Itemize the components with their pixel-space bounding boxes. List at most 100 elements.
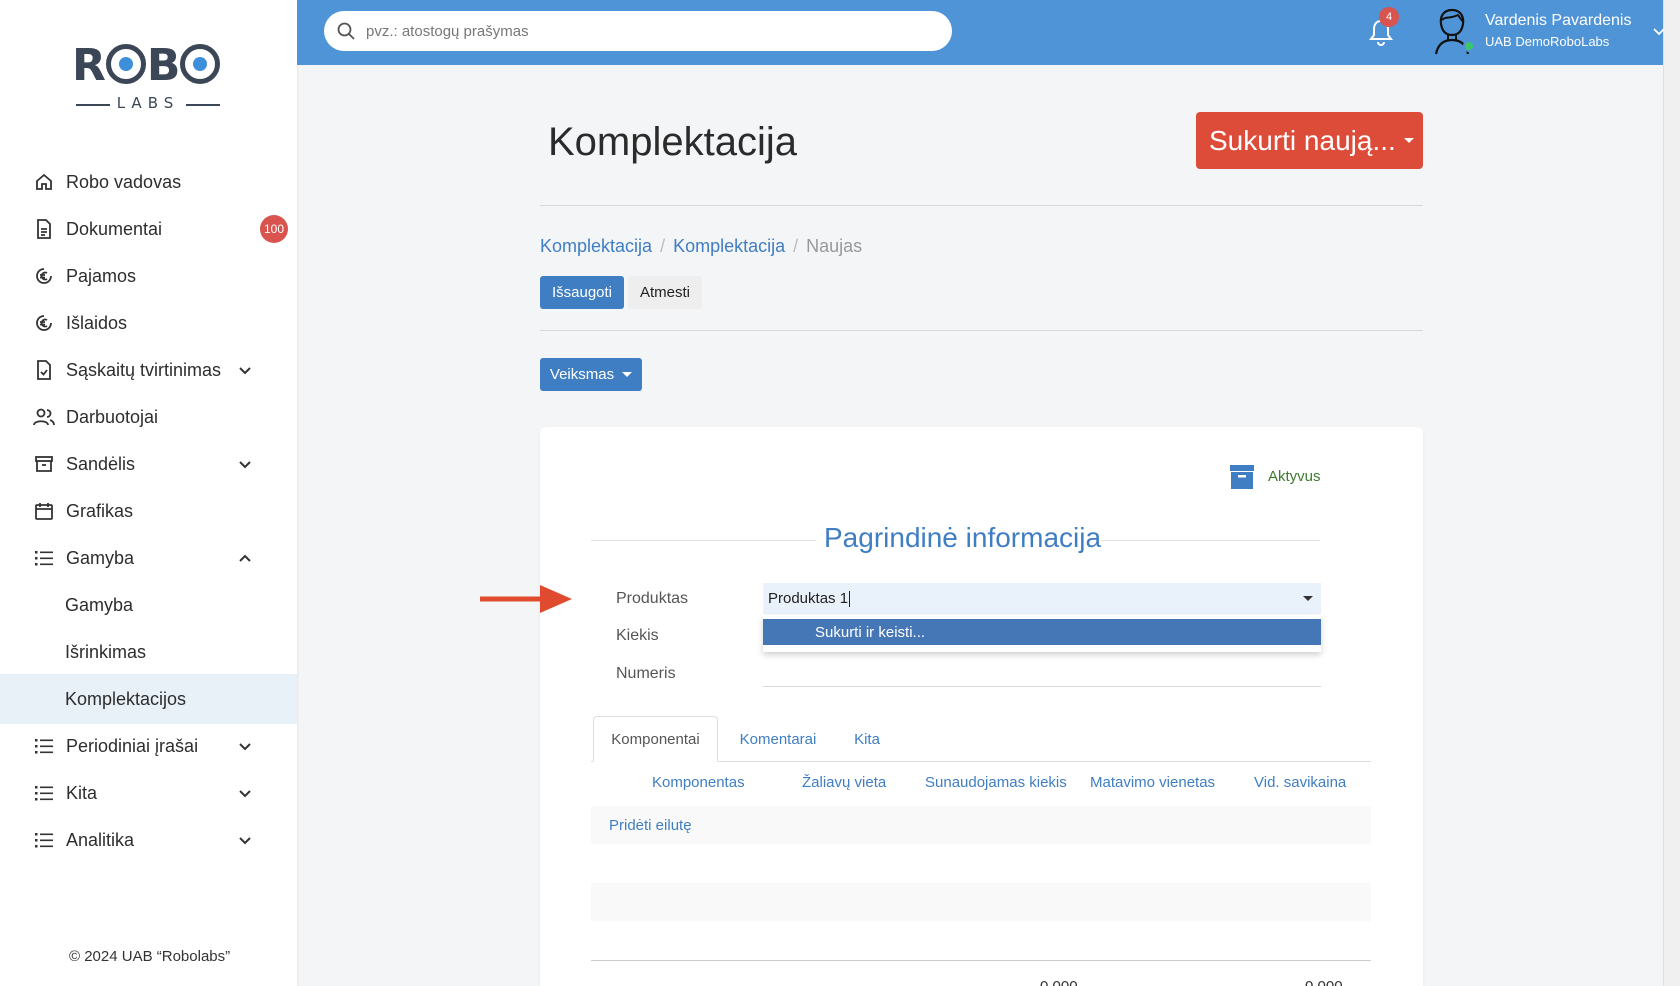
- breadcrumb-link-2[interactable]: Komplektacija: [673, 236, 785, 257]
- create-new-label: Sukurti naują...: [1209, 124, 1396, 156]
- sidebar-item-grafikas[interactable]: Grafikas: [0, 486, 297, 536]
- list-icon: [32, 546, 56, 570]
- chevron-down-icon: [239, 367, 251, 375]
- divider: [540, 205, 1423, 206]
- page-title: Komplektacija: [548, 120, 798, 164]
- breadcrumb-link-1[interactable]: Komplektacija: [540, 236, 652, 257]
- active-status-toggle[interactable]: Aktyvus: [1268, 468, 1321, 485]
- table-row: [591, 883, 1371, 921]
- column-header-unit[interactable]: Matavimo vienetas: [1090, 774, 1215, 791]
- chevron-down-icon: [239, 837, 251, 845]
- archive-box-icon: [32, 452, 56, 476]
- sidebar-item-saskaitu-tvirtinimas[interactable]: Sąskaitų tvirtinimas: [0, 345, 297, 395]
- archive-icon[interactable]: [1229, 464, 1255, 490]
- section-divider-right: [1101, 540, 1320, 541]
- sidebar-item-periodiniai-irasai[interactable]: Periodiniai įrašai: [0, 721, 297, 771]
- sidebar-item-robo-vadovas[interactable]: Robo vadovas: [0, 157, 297, 207]
- tab-kita[interactable]: Kita: [842, 716, 892, 762]
- robolabs-logo[interactable]: RB LABS: [72, 40, 224, 120]
- caret-down-icon: [622, 372, 633, 377]
- search-input[interactable]: [366, 22, 926, 40]
- breadcrumb-separator: /: [793, 236, 799, 256]
- discard-button[interactable]: Atmesti: [628, 276, 702, 309]
- sidebar-subitem-komplektacijos[interactable]: Komplektacijos: [0, 674, 297, 724]
- product-label: Produktas: [616, 590, 689, 607]
- chevron-down-icon[interactable]: [1652, 24, 1666, 38]
- tab-komponentai[interactable]: Komponentai: [593, 716, 718, 762]
- product-dropdown: Sukurti ir keisti...: [763, 615, 1321, 652]
- sidebar-item-kita[interactable]: Kita: [0, 768, 297, 818]
- section-divider-left: [591, 540, 816, 541]
- sidebar-item-label: Robo vadovas: [66, 171, 182, 192]
- section-title: Pagrindinė informacija: [824, 522, 1102, 553]
- sidebar-item-gamyba[interactable]: Gamyba: [0, 533, 297, 583]
- documents-count-badge: 100: [260, 215, 288, 243]
- list-icon: [32, 734, 56, 758]
- sidebar-item-label: Grafikas: [66, 500, 134, 521]
- column-header-component[interactable]: Komponentas: [652, 774, 745, 791]
- notification-badge: 4: [1379, 7, 1399, 27]
- total-avg-cost: 0,000: [1305, 978, 1343, 986]
- number-field[interactable]: [763, 686, 1321, 687]
- home-icon: [32, 170, 56, 194]
- sidebar-item-pajamos[interactable]: Pajamos: [0, 251, 297, 301]
- total-consumed-qty: 0,000: [1040, 978, 1078, 986]
- red-arrow-annotation: [480, 585, 572, 613]
- product-select-value: Produktas 1: [768, 590, 849, 607]
- quantity-label: Kiekis: [616, 627, 659, 644]
- sidebar-subitem-gamyba[interactable]: Gamyba: [0, 580, 297, 630]
- search-icon: [337, 22, 355, 40]
- product-select[interactable]: Produktas 1: [763, 583, 1321, 614]
- euro-income-icon: [32, 264, 56, 288]
- breadcrumb: Komplektacija / Komplektacija / Naujas: [540, 236, 862, 257]
- sidebar-item-label: Pajamos: [66, 265, 137, 286]
- dropdown-option-create-edit[interactable]: Sukurti ir keisti...: [763, 619, 1321, 645]
- number-label: Numeris: [616, 665, 676, 682]
- text-cursor: [849, 590, 851, 607]
- sidebar-subitem-isrinkimas[interactable]: Išrinkimas: [0, 627, 297, 677]
- action-label: Veiksmas: [549, 366, 615, 383]
- sidebar-item-label: Kita: [66, 782, 98, 803]
- sidebar-item-analitika[interactable]: Analitika: [0, 815, 297, 865]
- column-header-avg-cost[interactable]: Vid. savikaina: [1254, 774, 1346, 791]
- caret-down-icon: [1303, 596, 1313, 601]
- sidebar-item-label: Sąskaitų tvirtinimas: [66, 359, 222, 380]
- list-icon: [32, 781, 56, 805]
- add-row-link[interactable]: Pridėti eilutę: [591, 806, 1371, 844]
- sidebar-item-label: Periodiniai įrašai: [66, 735, 199, 756]
- save-button[interactable]: Išsaugoti: [540, 276, 624, 309]
- euro-expense-icon: [32, 311, 56, 335]
- divider: [540, 330, 1423, 331]
- caret-down-icon: [1403, 138, 1414, 143]
- sidebar-item-label: Sandėlis: [66, 453, 136, 474]
- sidebar-item-dokumentai[interactable]: Dokumentai 100: [0, 204, 297, 254]
- online-status-dot: [1463, 40, 1475, 52]
- sidebar-item-label: Analitika: [66, 829, 135, 850]
- document-icon: [32, 217, 56, 241]
- chevron-down-icon: [239, 743, 251, 751]
- chevron-down-icon: [239, 790, 251, 798]
- breadcrumb-current: Naujas: [806, 236, 863, 256]
- logo-wordmark: RB: [72, 40, 221, 91]
- global-search[interactable]: [324, 11, 952, 51]
- file-check-icon: [32, 358, 56, 382]
- column-header-location[interactable]: Žaliavų vieta: [802, 774, 886, 791]
- user-company[interactable]: UAB DemoRoboLabs: [1485, 34, 1609, 49]
- sidebar-item-label: Gamyba: [66, 547, 135, 568]
- users-icon: [32, 405, 56, 429]
- sidebar-item-label: Išlaidos: [66, 312, 128, 333]
- scrollbar[interactable]: [1663, 0, 1680, 986]
- user-name[interactable]: Vardenis Pavardenis: [1485, 12, 1631, 30]
- column-header-consumed-qty[interactable]: Sunaudojamas kiekis: [925, 774, 1067, 791]
- sidebar-item-label: Darbuotojai: [66, 406, 159, 427]
- tab-komentarai[interactable]: Komentarai: [728, 716, 828, 762]
- create-new-button[interactable]: Sukurti naują...: [1196, 112, 1423, 169]
- list-icon: [32, 828, 56, 852]
- action-dropdown-button[interactable]: Veiksmas: [540, 358, 642, 391]
- sidebar-item-darbuotojai[interactable]: Darbuotojai: [0, 392, 297, 442]
- sidebar: RB LABS Robo vadovas Dokumentai 100 Paja…: [0, 0, 297, 986]
- breadcrumb-separator: /: [660, 236, 666, 256]
- table-footer-divider: [591, 960, 1371, 961]
- sidebar-item-sandelis[interactable]: Sandėlis: [0, 439, 297, 489]
- sidebar-item-islaidos[interactable]: Išlaidos: [0, 298, 297, 348]
